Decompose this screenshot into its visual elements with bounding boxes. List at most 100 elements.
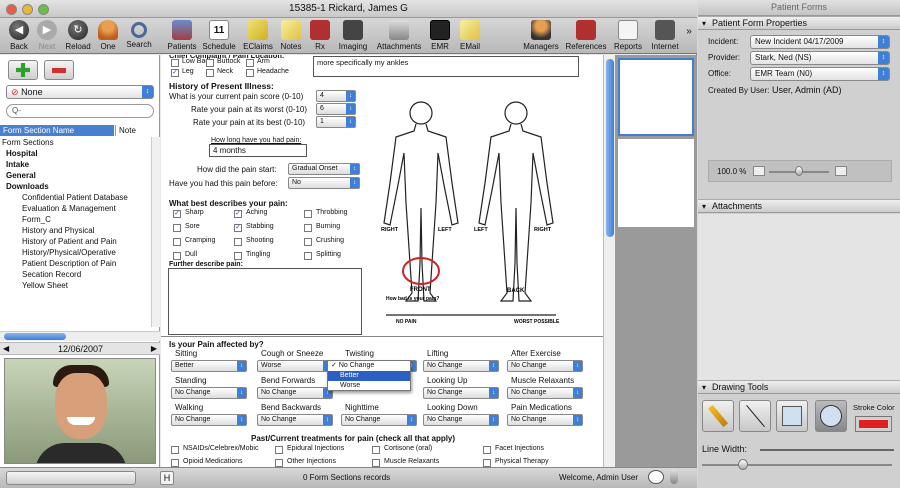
schedule-button[interactable]: 11 Schedule bbox=[202, 20, 236, 51]
provider-select[interactable]: Stark, Ned (NS) ↕ bbox=[750, 51, 890, 65]
affected-select[interactable]: No Change↕ bbox=[171, 387, 247, 399]
email-button[interactable]: EMail bbox=[456, 20, 484, 51]
location-checkbox[interactable] bbox=[171, 59, 179, 67]
treatment-checkbox[interactable] bbox=[275, 446, 283, 454]
tree-scrollbar[interactable] bbox=[151, 137, 160, 327]
form-scroll-thumb[interactable] bbox=[606, 59, 614, 237]
notes-button[interactable]: Notes bbox=[278, 20, 304, 51]
references-button[interactable]: References bbox=[564, 20, 608, 51]
search-input[interactable]: Q- bbox=[6, 104, 154, 118]
office-select[interactable]: EMR Team (N0) ↕ bbox=[750, 67, 890, 81]
affected-select[interactable]: No Change↕ bbox=[171, 414, 247, 426]
popup-item-better[interactable]: Better bbox=[328, 371, 410, 381]
status-tool-buttons[interactable] bbox=[6, 471, 136, 485]
pain-type-checkbox[interactable] bbox=[173, 224, 181, 232]
further-describe-input[interactable] bbox=[168, 268, 362, 335]
zoom-slider-knob[interactable] bbox=[795, 166, 803, 176]
incident-select[interactable]: New Incident 04/17/2009 ↕ bbox=[750, 35, 890, 49]
category-select[interactable]: ⊘ None ↕ bbox=[6, 85, 154, 99]
search-button[interactable]: Search bbox=[124, 20, 154, 49]
tree-item[interactable]: Secation Record bbox=[0, 269, 150, 280]
affected-select[interactable]: No Change↕ bbox=[423, 360, 499, 372]
location-checkbox[interactable] bbox=[206, 59, 214, 67]
twisting-popup-menu[interactable]: ✓ No Change Better Worse bbox=[327, 360, 411, 391]
one-button[interactable]: One bbox=[96, 20, 120, 51]
drawing-tools-header[interactable]: Drawing Tools bbox=[698, 380, 900, 394]
zoom-in-icon[interactable] bbox=[835, 166, 847, 176]
treatment-checkbox[interactable] bbox=[372, 446, 380, 454]
tree-item[interactable]: Hospital bbox=[0, 148, 150, 159]
best-pain-select[interactable]: 1 ↕ bbox=[316, 116, 356, 128]
reload-button[interactable]: ↻ Reload bbox=[62, 20, 94, 51]
internet-button[interactable]: Internet bbox=[648, 20, 682, 51]
affected-select[interactable]: No Change↕ bbox=[507, 360, 583, 372]
next-button[interactable]: ▶ Next bbox=[34, 20, 60, 51]
affected-select[interactable]: No Change↕ bbox=[423, 414, 499, 426]
col-note-header[interactable]: Note bbox=[115, 125, 151, 136]
pain-before-select[interactable]: No ↕ bbox=[288, 177, 360, 189]
worst-pain-select[interactable]: 6 ↕ bbox=[316, 103, 356, 115]
zoom-out-icon[interactable] bbox=[753, 166, 765, 176]
next-date-icon[interactable]: ▶ bbox=[151, 344, 157, 353]
treatment-checkbox[interactable] bbox=[372, 459, 380, 467]
help-button[interactable]: H bbox=[160, 471, 174, 485]
rectangle-tool-button[interactable] bbox=[776, 400, 808, 432]
pain-type-checkbox[interactable] bbox=[173, 252, 181, 260]
location-checkbox[interactable] bbox=[206, 69, 214, 77]
pain-start-select[interactable]: Gradual Onset ↕ bbox=[288, 163, 360, 175]
treatment-checkbox[interactable] bbox=[483, 446, 491, 454]
treatment-checkbox[interactable] bbox=[171, 459, 179, 467]
tree-item[interactable]: Patient Description of Pain bbox=[0, 258, 150, 269]
tree-item[interactable]: Evaluation & Management bbox=[0, 203, 150, 214]
pain-type-checkbox[interactable] bbox=[304, 210, 312, 218]
pain-type-checkbox[interactable] bbox=[173, 238, 181, 246]
line-width-slider-track[interactable] bbox=[702, 464, 892, 466]
add-button[interactable] bbox=[8, 60, 38, 80]
toolbar-overflow-icon[interactable]: » bbox=[684, 26, 694, 37]
pain-type-checkbox[interactable]: ✓ bbox=[173, 210, 181, 218]
tree-item[interactable]: Downloads bbox=[0, 181, 150, 192]
back-button[interactable]: ◀ Back bbox=[6, 20, 32, 51]
body-diagram[interactable]: RIGHT LEFT LEFT RIGHT FRONT BACK How bad… bbox=[366, 93, 596, 333]
attachments-list[interactable] bbox=[698, 214, 900, 380]
affected-select[interactable]: No Change↕ bbox=[507, 387, 583, 399]
thumbnail-page-1[interactable] bbox=[618, 58, 694, 136]
tree-item[interactable]: Yellow Sheet bbox=[0, 280, 150, 291]
remove-button[interactable] bbox=[44, 60, 74, 80]
patients-button[interactable]: Patients bbox=[166, 20, 198, 51]
pencil-tool-button[interactable] bbox=[702, 400, 734, 432]
location-checkbox[interactable] bbox=[246, 69, 254, 77]
pain-type-checkbox[interactable] bbox=[234, 252, 242, 260]
emr-button[interactable]: EMR bbox=[428, 20, 452, 51]
prev-date-icon[interactable]: ◀ bbox=[3, 344, 9, 353]
hscroll-thumb[interactable] bbox=[4, 333, 66, 340]
pain-type-checkbox[interactable]: ✓ bbox=[234, 210, 242, 218]
attachments-header[interactable]: Attachments bbox=[698, 199, 900, 213]
affected-select[interactable]: Worse↕ bbox=[257, 360, 333, 372]
tree-hscrollbar[interactable] bbox=[0, 331, 160, 341]
chat-bubble-icon[interactable] bbox=[648, 470, 664, 484]
pain-type-checkbox[interactable] bbox=[304, 238, 312, 246]
treatment-checkbox[interactable] bbox=[483, 459, 491, 467]
imaging-button[interactable]: Imaging bbox=[336, 20, 370, 51]
managers-button[interactable]: Managers bbox=[522, 20, 560, 51]
rx-button[interactable]: Rx bbox=[310, 20, 330, 51]
affected-select[interactable]: No Change↕ bbox=[257, 387, 333, 399]
pain-type-checkbox[interactable]: ✓ bbox=[234, 224, 242, 232]
line-width-slider-knob[interactable] bbox=[738, 459, 748, 470]
tree-item[interactable]: Confidential Patient Database bbox=[0, 192, 150, 203]
pain-type-checkbox[interactable] bbox=[234, 238, 242, 246]
tree-item[interactable]: Form_C bbox=[0, 214, 150, 225]
location-checkbox[interactable] bbox=[246, 59, 254, 67]
affected-select[interactable]: No Change↕ bbox=[341, 414, 417, 426]
location-checkbox[interactable]: ✓ bbox=[171, 69, 179, 77]
current-pain-select[interactable]: 4 ↕ bbox=[316, 90, 356, 102]
affected-select[interactable]: No Change↕ bbox=[257, 414, 333, 426]
tree-item[interactable]: History of Patient and Pain bbox=[0, 236, 150, 247]
affected-select[interactable]: No Change↕ bbox=[423, 387, 499, 399]
lightbulb-icon[interactable] bbox=[670, 470, 678, 484]
tree-item[interactable]: Intake bbox=[0, 159, 150, 170]
thumbnail-page-2[interactable] bbox=[618, 139, 694, 227]
treatment-checkbox[interactable] bbox=[171, 446, 179, 454]
form-scrollbar[interactable] bbox=[603, 55, 615, 467]
